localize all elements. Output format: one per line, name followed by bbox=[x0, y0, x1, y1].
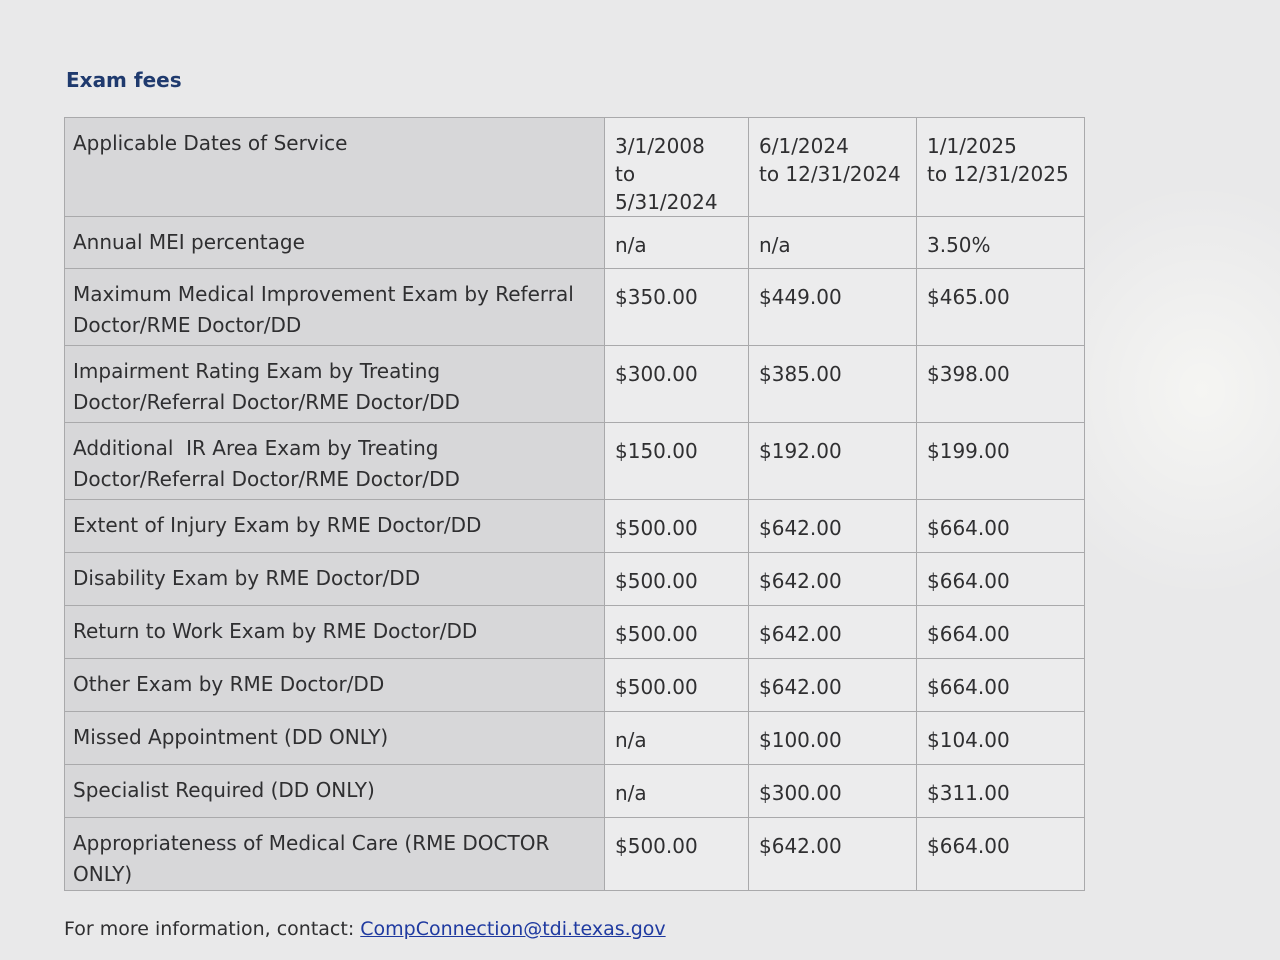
fee-value: $449.00 bbox=[748, 268, 917, 346]
row-label: Impairment Rating Exam by Treating Docto… bbox=[64, 345, 605, 423]
fee-value: 3.50% bbox=[916, 216, 1085, 269]
row-label: Additional IR Area Exam by Treating Doct… bbox=[64, 422, 605, 500]
footer-contact: For more information, contact: CompConne… bbox=[64, 918, 666, 940]
table-row: Disability Exam by RME Doctor/DD $500.00… bbox=[64, 552, 1085, 606]
header-period: 1/1/2025 to 12/31/2025 bbox=[916, 117, 1085, 217]
table-row: Annual MEI percentage n/a n/a 3.50% bbox=[64, 216, 1085, 269]
row-label: Extent of Injury Exam by RME Doctor/DD bbox=[64, 499, 605, 553]
header-period: 3/1/2008 to 5/31/2024 bbox=[604, 117, 749, 217]
fee-value: $642.00 bbox=[748, 658, 917, 712]
period-start: 6/1/2024 bbox=[759, 134, 849, 158]
fee-value: $664.00 bbox=[916, 552, 1085, 606]
table-header-row: Applicable Dates of Service 3/1/2008 to 5… bbox=[64, 117, 1085, 217]
period-start: 3/1/2008 bbox=[615, 134, 705, 158]
fee-value: $500.00 bbox=[604, 499, 749, 553]
row-label: Disability Exam by RME Doctor/DD bbox=[64, 552, 605, 606]
table-row: Return to Work Exam by RME Doctor/DD $50… bbox=[64, 605, 1085, 659]
fee-value: $664.00 bbox=[916, 817, 1085, 891]
fee-value: $642.00 bbox=[748, 499, 917, 553]
contact-email-link[interactable]: CompConnection@tdi.texas.gov bbox=[360, 918, 665, 940]
fee-value: $350.00 bbox=[604, 268, 749, 346]
row-label: Maximum Medical Improvement Exam by Refe… bbox=[64, 268, 605, 346]
exam-fees-table: Applicable Dates of Service 3/1/2008 to 5… bbox=[64, 117, 1085, 891]
fee-value: n/a bbox=[604, 216, 749, 269]
fee-value: $199.00 bbox=[916, 422, 1085, 500]
fee-value: $104.00 bbox=[916, 711, 1085, 765]
period-start: 1/1/2025 bbox=[927, 134, 1017, 158]
fee-value: $664.00 bbox=[916, 499, 1085, 553]
table-row: Impairment Rating Exam by Treating Docto… bbox=[64, 345, 1085, 423]
fee-value: $398.00 bbox=[916, 345, 1085, 423]
fee-value: $500.00 bbox=[604, 658, 749, 712]
row-label: Appropriateness of Medical Care (RME DOC… bbox=[64, 817, 605, 891]
table-row: Maximum Medical Improvement Exam by Refe… bbox=[64, 268, 1085, 346]
footer-text: For more information, contact: bbox=[64, 918, 361, 940]
fee-value: $300.00 bbox=[748, 764, 917, 818]
fee-value: $642.00 bbox=[748, 605, 917, 659]
fee-value: $642.00 bbox=[748, 817, 917, 891]
row-label: Missed Appointment (DD ONLY) bbox=[64, 711, 605, 765]
table-row: Missed Appointment (DD ONLY) n/a $100.00… bbox=[64, 711, 1085, 765]
fee-value: $311.00 bbox=[916, 764, 1085, 818]
row-label: Return to Work Exam by RME Doctor/DD bbox=[64, 605, 605, 659]
fee-value: $385.00 bbox=[748, 345, 917, 423]
header-label: Applicable Dates of Service bbox=[64, 117, 605, 217]
fee-value: n/a bbox=[748, 216, 917, 269]
fee-value: $500.00 bbox=[604, 605, 749, 659]
fee-value: $192.00 bbox=[748, 422, 917, 500]
fee-value: n/a bbox=[604, 764, 749, 818]
row-label: Annual MEI percentage bbox=[64, 216, 605, 269]
fee-value: $664.00 bbox=[916, 658, 1085, 712]
period-end: to 5/31/2024 bbox=[615, 162, 718, 214]
row-label: Specialist Required (DD ONLY) bbox=[64, 764, 605, 818]
fee-value: $300.00 bbox=[604, 345, 749, 423]
fee-value: $150.00 bbox=[604, 422, 749, 500]
fee-value: $500.00 bbox=[604, 817, 749, 891]
fee-value: $642.00 bbox=[748, 552, 917, 606]
fee-value: n/a bbox=[604, 711, 749, 765]
fee-value: $664.00 bbox=[916, 605, 1085, 659]
row-label: Other Exam by RME Doctor/DD bbox=[64, 658, 605, 712]
fee-value: $465.00 bbox=[916, 268, 1085, 346]
table-row: Other Exam by RME Doctor/DD $500.00 $642… bbox=[64, 658, 1085, 712]
fee-value: $100.00 bbox=[748, 711, 917, 765]
table-row: Specialist Required (DD ONLY) n/a $300.0… bbox=[64, 764, 1085, 818]
fee-value: $500.00 bbox=[604, 552, 749, 606]
table-row: Additional IR Area Exam by Treating Doct… bbox=[64, 422, 1085, 500]
period-end: to 12/31/2025 bbox=[927, 162, 1069, 186]
period-end: to 12/31/2024 bbox=[759, 162, 901, 186]
header-period: 6/1/2024 to 12/31/2024 bbox=[748, 117, 917, 217]
table-row: Appropriateness of Medical Care (RME DOC… bbox=[64, 817, 1085, 891]
section-title: Exam fees bbox=[66, 68, 182, 92]
table-row: Extent of Injury Exam by RME Doctor/DD $… bbox=[64, 499, 1085, 553]
